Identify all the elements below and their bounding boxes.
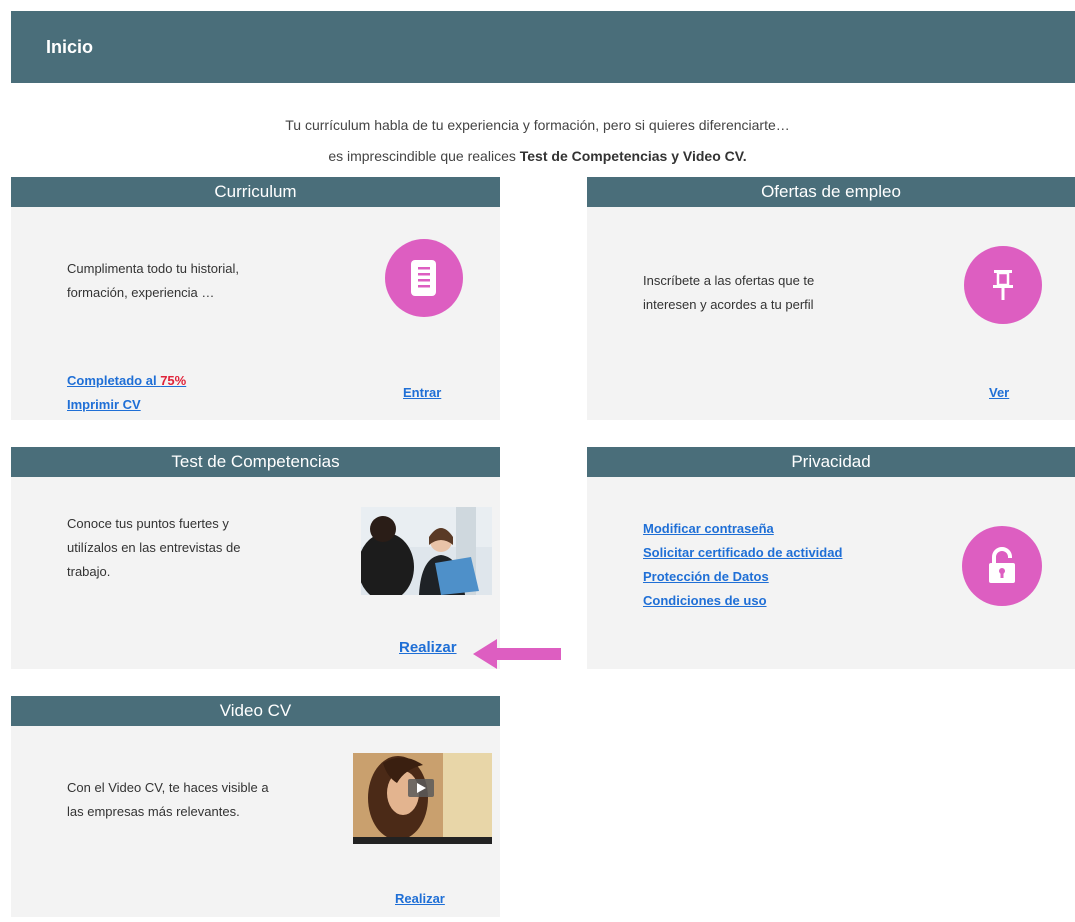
privacidad-card-title: Privacidad [587,447,1075,477]
test-card-title: Test de Competencias [11,447,500,477]
intro-line-2-prefix: es imprescindible que realices [328,148,520,164]
video-thumbnail[interactable] [353,753,492,844]
video-card-title: Video CV [11,696,500,726]
ofertas-card-description: Inscríbete a las ofertas que te interese… [643,269,814,317]
completed-link[interactable]: Completado al 75% [67,373,186,388]
document-icon [385,239,463,317]
intro-line-2-bold: Test de Competencias y Video CV. [519,148,747,164]
test-text-line-1: Conoce tus puntos fuertes y [67,516,229,531]
activity-certificate-link[interactable]: Solicitar certificado de actividad [643,541,842,565]
interview-photo [361,507,492,595]
completed-label: Completado al [67,373,161,388]
video-text-line-1: Con el Video CV, te haces visible a [67,780,269,795]
test-text-line-3: trabajo. [67,564,111,579]
video-card-description: Con el Video CV, te haces visible a las … [67,776,269,824]
video-card: Video CV Con el Video CV, te haces visib… [11,696,500,917]
video-realizar-link[interactable]: Realizar [395,891,445,906]
top-header-bar: Inicio [11,11,1075,83]
page-title: Inicio [46,37,94,57]
curriculum-card-description: Cumplimenta todo tu historial, formación… [67,257,239,305]
curriculum-card: Curriculum Cumplimenta todo tu historial… [11,177,500,420]
data-protection-link[interactable]: Protección de Datos [643,565,842,589]
test-realizar-link[interactable]: Realizar [399,639,457,656]
pushpin-icon [964,246,1042,324]
test-text-line-2: utilízalos en las entrevistas de [67,540,241,555]
intro-line-2: es imprescindible que realices Test de C… [0,148,1075,164]
ofertas-card: Ofertas de empleo Inscríbete a las ofert… [587,177,1075,420]
ofertas-text-line-2: interesen y acordes a tu perfil [643,297,814,312]
intro-line-1: Tu currículum habla de tu experiencia y … [285,117,790,133]
test-card: Test de Competencias Conoce tus puntos f… [11,447,500,669]
video-text-line-2: las empresas más relevantes. [67,804,240,819]
completed-percent: 75% [160,373,187,388]
curriculum-card-title: Curriculum [11,177,500,207]
test-card-description: Conoce tus puntos fuertes y utilízalos e… [67,512,240,584]
ofertas-view-link[interactable]: Ver [989,385,1009,400]
padlock-icon [962,526,1042,606]
curriculum-text-line-1: Cumplimenta todo tu historial, [67,261,239,276]
ofertas-card-title: Ofertas de empleo [587,177,1075,207]
change-password-link[interactable]: Modificar contraseña [643,517,842,541]
curriculum-text-line-2: formación, experiencia … [67,285,215,300]
curriculum-enter-link[interactable]: Entrar [403,385,441,400]
arrow-left-icon [473,639,561,669]
print-cv-link[interactable]: Imprimir CV [67,397,141,412]
privacidad-card: Privacidad Modificar contraseña Solicita… [587,447,1075,669]
ofertas-text-line-1: Inscríbete a las ofertas que te [643,273,815,288]
terms-of-use-link[interactable]: Condiciones de uso [643,589,842,613]
privacy-links-list: Modificar contraseña Solicitar certifica… [643,517,842,613]
